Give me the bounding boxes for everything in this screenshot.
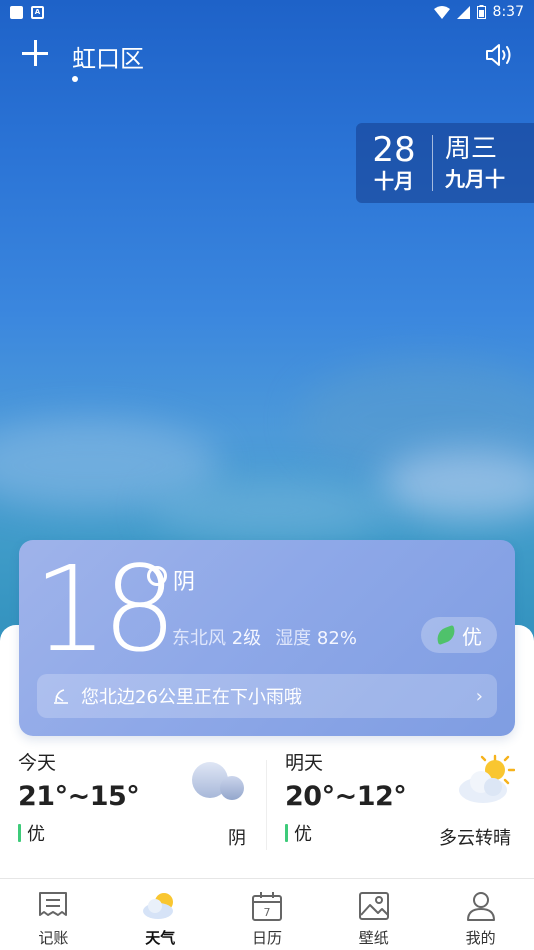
humidity-label: 湿度	[275, 628, 312, 649]
tab-calendar[interactable]: 7 日历	[214, 879, 321, 950]
app-notification-icon: A	[31, 5, 44, 19]
forecast-aqi-text: 优	[27, 824, 45, 845]
tab-ledger[interactable]: 记账	[0, 879, 107, 950]
forecast-aqi-text: 优	[294, 824, 312, 845]
add-city-button[interactable]	[22, 40, 48, 66]
weather-icon	[143, 893, 174, 919]
status-bar: A 8:37	[0, 0, 534, 24]
rain-notice-text: 您北边26公里正在下小雨哦	[81, 687, 302, 708]
rain-notice-bar[interactable]: 您北边26公里正在下小雨哦 ›	[37, 674, 497, 718]
aqi-badge[interactable]: 优	[421, 617, 497, 653]
forecast-aqi: 优	[18, 820, 258, 846]
tab-label: 壁纸	[358, 929, 389, 947]
ledger-icon	[39, 892, 68, 916]
bottom-tab-bar: 记账 天气 7 日历 壁纸 我的	[0, 878, 534, 950]
forecast-condition: 阴	[228, 828, 246, 849]
date-weekday: 周三	[445, 134, 498, 164]
degree-symbol	[147, 566, 167, 586]
forecast-tomorrow[interactable]: 明天 20°~12° 优 多云转晴	[285, 748, 520, 858]
status-time: 8:37	[492, 4, 524, 20]
date-day: 28	[372, 130, 416, 170]
wind-direction: 东北风	[172, 628, 226, 649]
tab-label: 日历	[251, 929, 282, 947]
tab-label: 天气	[145, 929, 176, 947]
page-indicator-dot	[72, 76, 78, 82]
profile-icon	[466, 892, 495, 921]
tab-profile[interactable]: 我的	[427, 879, 534, 950]
date-widget[interactable]: 28 十月 周三 九月十	[356, 123, 534, 203]
current-weather-card[interactable]: 18 阴 东北风 2级 湿度 82% 优 您北边26公里正在下小雨哦 ›	[19, 540, 515, 736]
wallpaper-icon	[358, 892, 389, 920]
daily-forecast: 今天 21°~15° 优 阴 明天 20°~12° 优 多云转晴	[0, 748, 534, 858]
humidity-value: 82%	[316, 628, 357, 649]
svg-text:7: 7	[263, 906, 270, 919]
cloudy-icon	[192, 762, 244, 800]
wifi-icon	[433, 5, 450, 19]
signal-icon	[456, 5, 470, 19]
wind-level: 2级	[231, 628, 262, 649]
notification-icon	[10, 5, 23, 19]
partly-sunny-icon	[459, 754, 515, 803]
forecast-condition: 多云转晴	[439, 828, 511, 849]
forecast-divider	[266, 760, 267, 850]
speaker-icon[interactable]	[484, 42, 514, 68]
chevron-right-icon: ›	[475, 685, 483, 707]
calendar-icon: 7	[251, 892, 282, 921]
leaf-icon	[434, 625, 458, 645]
top-bar: 虹口区	[0, 30, 534, 90]
battery-icon	[476, 5, 486, 19]
wind-humidity-line: 东北风 2级 湿度 82%	[172, 624, 357, 650]
tab-label: 记账	[38, 929, 69, 947]
date-lunar: 九月十	[445, 167, 505, 191]
forecast-today[interactable]: 今天 21°~15° 优 阴	[18, 748, 258, 858]
radar-icon	[54, 689, 68, 704]
tab-label: 我的	[465, 929, 496, 947]
date-month: 十月	[374, 169, 414, 193]
current-condition: 阴	[173, 570, 196, 595]
tab-wallpaper[interactable]: 壁纸	[320, 879, 427, 950]
current-temperature: 18	[33, 540, 177, 678]
aqi-value: 优	[462, 624, 482, 649]
tab-weather[interactable]: 天气	[107, 879, 214, 950]
city-name[interactable]: 虹口区	[72, 39, 144, 74]
